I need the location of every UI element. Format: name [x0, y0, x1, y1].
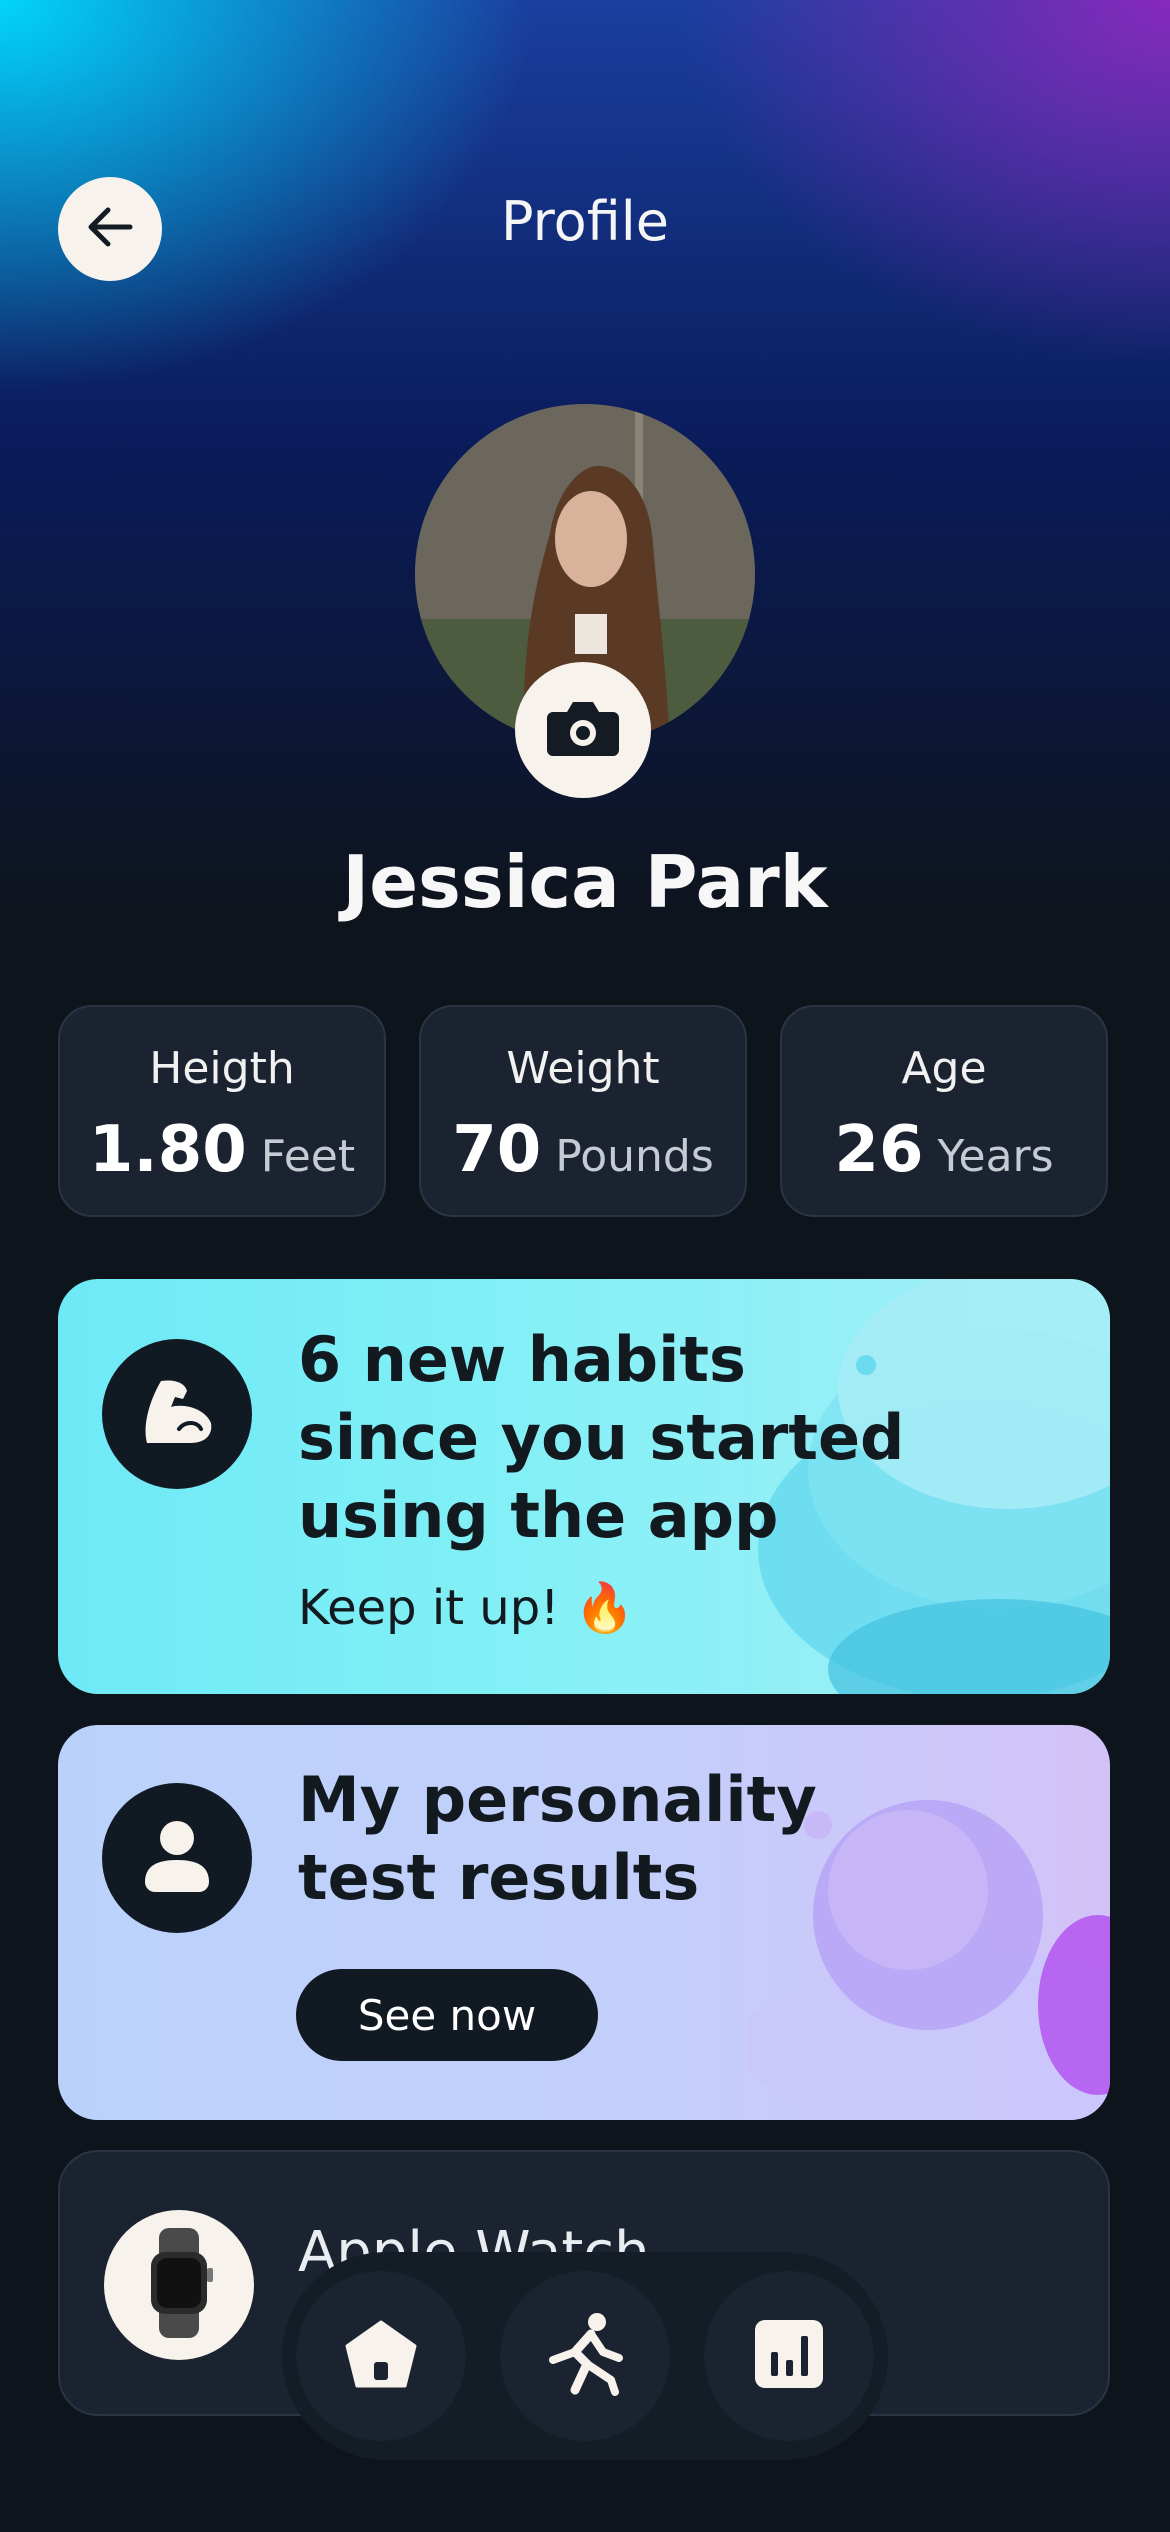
- running-icon: [545, 2312, 625, 2400]
- stat-weight: Weight 70 Pounds: [419, 1005, 747, 1217]
- user-icon: [141, 1818, 213, 1898]
- stat-value: 1.80: [88, 1113, 247, 1187]
- stat-label: Weight: [506, 1043, 660, 1094]
- page-title: Profile: [501, 190, 669, 253]
- stat-unit: Years: [937, 1131, 1054, 1182]
- habits-title: 6 new habits since you started using the…: [298, 1323, 905, 1552]
- stat-height: Heigth 1.80 Feet: [58, 1005, 386, 1217]
- stat-value: 70: [452, 1113, 542, 1187]
- home-icon: [345, 2320, 417, 2392]
- nav-activity-button[interactable]: [500, 2271, 670, 2441]
- user-name: Jessica Park: [342, 840, 828, 924]
- bottom-nav: [282, 2252, 888, 2460]
- camera-icon: [545, 698, 621, 762]
- personality-icon-badge: [102, 1783, 252, 1933]
- stat-label: Heigth: [149, 1043, 295, 1094]
- stat-unit: Feet: [260, 1131, 356, 1182]
- device-icon-badge: [104, 2210, 254, 2360]
- stat-unit: Pounds: [555, 1131, 714, 1182]
- stat-age: Age 26 Years: [780, 1005, 1108, 1217]
- habits-subtitle: Keep it up! 🔥: [298, 1580, 635, 1636]
- watch-icon: [129, 2228, 229, 2342]
- change-photo-button[interactable]: [515, 662, 651, 798]
- nav-stats-button[interactable]: [704, 2271, 874, 2441]
- personality-card[interactable]: My personality test results: [58, 1725, 1110, 2120]
- bar-chart-icon: [753, 2318, 825, 2394]
- nav-home-button[interactable]: [296, 2271, 466, 2441]
- stat-label: Age: [901, 1043, 987, 1094]
- flexed-bicep-icon: [139, 1377, 215, 1451]
- habits-icon-badge: [102, 1339, 252, 1489]
- habits-card[interactable]: 6 new habits since you started using the…: [58, 1279, 1110, 1694]
- see-now-button[interactable]: See now: [296, 1969, 598, 2061]
- stat-value: 26: [834, 1113, 924, 1187]
- personality-title: My personality test results: [298, 1763, 817, 1914]
